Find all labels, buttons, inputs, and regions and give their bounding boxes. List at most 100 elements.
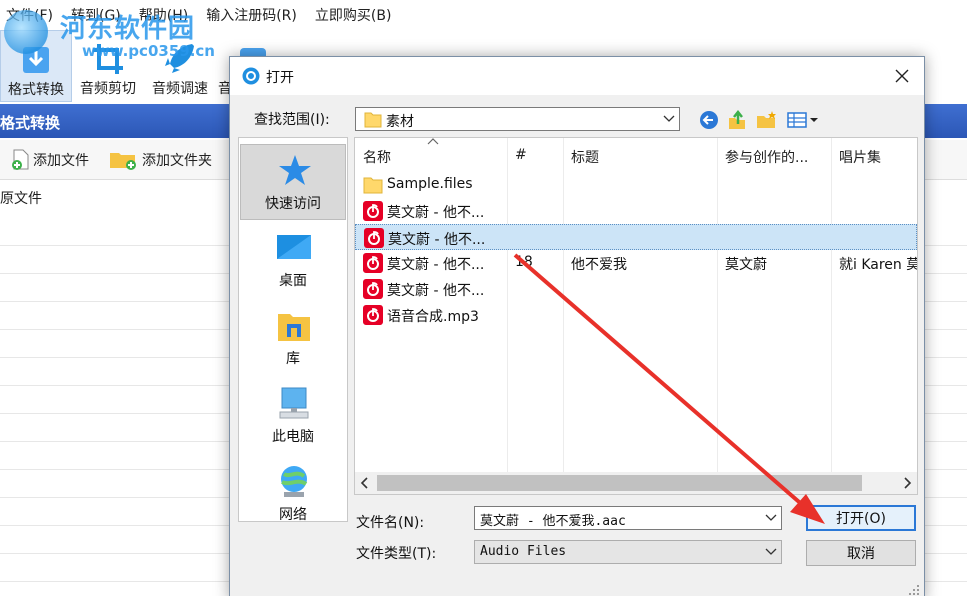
filename-label: 文件名(N): xyxy=(356,515,425,531)
menu-file[interactable]: 文件(F) xyxy=(0,5,62,25)
menu-goto[interactable]: 转到(G) xyxy=(62,5,130,25)
filetype-select[interactable]: Audio Files xyxy=(474,540,782,564)
add-folder-button[interactable]: 添加文件夹 xyxy=(109,149,212,171)
folder-icon xyxy=(364,112,382,128)
source-file-header: 原文件 xyxy=(0,191,42,207)
tool-label: 音频调速 xyxy=(152,81,208,97)
file-track-number: 18 xyxy=(515,254,533,270)
place-label: 桌面 xyxy=(279,273,307,289)
netease-music-icon xyxy=(364,228,384,248)
place-desktop[interactable]: 桌面 xyxy=(240,222,346,298)
place-label: 网络 xyxy=(279,507,307,523)
place-quick-access[interactable]: 快速访问 xyxy=(240,144,346,220)
column-header-artist[interactable]: 参与创作的... xyxy=(725,138,825,172)
star-icon xyxy=(279,155,311,185)
open-file-dialog: 打开 查找范围(I): 素材 快速访问 桌面 库 此电脑 网络 名称 # 标题 … xyxy=(229,56,925,596)
cancel-button[interactable]: 取消 xyxy=(806,540,916,566)
netease-music-icon xyxy=(363,253,383,273)
up-folder-button[interactable] xyxy=(726,109,748,131)
netease-music-icon xyxy=(363,305,383,325)
netease-music-icon xyxy=(363,279,383,299)
chevron-down-icon xyxy=(663,115,675,122)
filetype-value: Audio Files xyxy=(480,544,567,559)
column-header-title[interactable]: 标题 xyxy=(571,138,711,172)
file-name: 莫文蔚 - 他不... xyxy=(387,283,485,299)
menu-help[interactable]: 帮助(H) xyxy=(130,5,197,25)
file-title: 他不爱我 xyxy=(571,257,627,273)
file-name: 莫文蔚 - 他不... xyxy=(387,257,485,273)
add-file-button[interactable]: 添加文件 xyxy=(10,149,89,171)
menu-register[interactable]: 输入注册码(R) xyxy=(197,5,306,25)
look-in-combo[interactable]: 素材 xyxy=(355,107,680,131)
close-button[interactable] xyxy=(888,63,916,89)
file-row[interactable]: 莫文蔚 - 他不... xyxy=(355,224,917,250)
dialog-title-bar: 打开 xyxy=(230,57,924,95)
file-row[interactable]: 莫文蔚 - 他不... 18 他不爱我 莫文蔚 就i Karen 莫 xyxy=(355,250,917,276)
rocket-icon xyxy=(165,44,194,73)
computer-icon xyxy=(279,387,309,419)
file-row[interactable]: 莫文蔚 - 他不... xyxy=(355,198,917,224)
back-arrow-icon xyxy=(700,111,718,129)
add-folder-icon xyxy=(110,152,136,170)
look-in-value: 素材 xyxy=(386,114,414,130)
file-name: 莫文蔚 - 他不... xyxy=(388,232,486,248)
file-name: Sample.files xyxy=(387,176,473,192)
network-icon xyxy=(281,466,308,497)
up-folder-icon xyxy=(729,110,745,129)
place-label: 库 xyxy=(286,351,300,367)
filename-input[interactable]: 莫文蔚 - 他不爱我.aac xyxy=(474,506,782,530)
file-row[interactable]: 莫文蔚 - 他不... xyxy=(355,276,917,302)
view-menu-icon xyxy=(787,112,818,128)
resize-grip-icon[interactable] xyxy=(908,584,920,596)
file-list[interactable]: 名称 # 标题 参与创作的... 唱片集 Sample.files 莫文蔚 - 他… xyxy=(354,137,918,495)
column-header-number[interactable]: # xyxy=(515,138,555,172)
file-name: 语音合成.mp3 xyxy=(387,309,479,325)
chevron-down-icon xyxy=(765,548,777,555)
file-row[interactable]: Sample.files xyxy=(355,172,917,198)
netease-music-icon xyxy=(363,201,383,221)
library-icon xyxy=(278,314,310,341)
add-file-label: 添加文件 xyxy=(33,152,89,169)
column-header-name[interactable]: 名称 xyxy=(363,138,503,172)
close-icon xyxy=(895,69,909,83)
column-header-album[interactable]: 唱片集 xyxy=(839,138,917,172)
new-folder-icon xyxy=(757,111,776,128)
filetype-label: 文件类型(T): xyxy=(356,546,437,562)
add-file-icon xyxy=(12,149,29,170)
file-name: 莫文蔚 - 他不... xyxy=(387,205,485,221)
new-folder-button[interactable] xyxy=(756,109,778,131)
scroll-right-icon[interactable] xyxy=(902,475,912,491)
file-artist: 莫文蔚 xyxy=(725,257,767,273)
folder-icon xyxy=(363,177,383,194)
place-this-pc[interactable]: 此电脑 xyxy=(240,378,346,454)
place-label: 此电脑 xyxy=(272,429,314,445)
file-row[interactable]: 语音合成.mp3 xyxy=(355,302,917,328)
back-button[interactable] xyxy=(698,109,720,131)
menu-buy[interactable]: 立即购买(B) xyxy=(306,5,401,25)
tool-label: 格式转换 xyxy=(8,82,64,98)
horizontal-scrollbar[interactable] xyxy=(355,472,917,494)
file-album: 就i Karen 莫 xyxy=(839,257,918,273)
scrollbar-thumb[interactable] xyxy=(377,475,862,491)
chevron-down-icon xyxy=(765,514,777,521)
place-library[interactable]: 库 xyxy=(240,300,346,376)
view-menu-button[interactable] xyxy=(786,109,820,131)
menu-bar: 文件(F) 转到(G) 帮助(H) 输入注册码(R) 立即购买(B) xyxy=(0,0,967,30)
format-convert-icon xyxy=(23,47,49,73)
dialog-title: 打开 xyxy=(266,70,294,86)
open-button[interactable]: 打开(O) xyxy=(806,505,916,531)
add-folder-label: 添加文件夹 xyxy=(142,152,212,169)
desktop-icon xyxy=(277,235,311,259)
place-label: 快速访问 xyxy=(265,196,321,212)
tool-format-convert[interactable]: 格式转换 xyxy=(0,30,72,102)
tool-label: 音频剪切 xyxy=(80,81,136,97)
places-bar: 快速访问 桌面 库 此电脑 网络 xyxy=(238,137,348,523)
app-icon xyxy=(242,67,260,85)
place-network[interactable]: 网络 xyxy=(240,456,346,532)
tool-audio-cut[interactable]: 音频剪切 xyxy=(72,30,144,102)
scroll-left-icon[interactable] xyxy=(360,475,370,491)
tool-audio-speed[interactable]: 音频调速 xyxy=(144,30,216,102)
crop-icon xyxy=(93,44,123,74)
look-in-label: 查找范围(I): xyxy=(254,112,330,128)
filename-value: 莫文蔚 - 他不爱我.aac xyxy=(480,514,626,529)
